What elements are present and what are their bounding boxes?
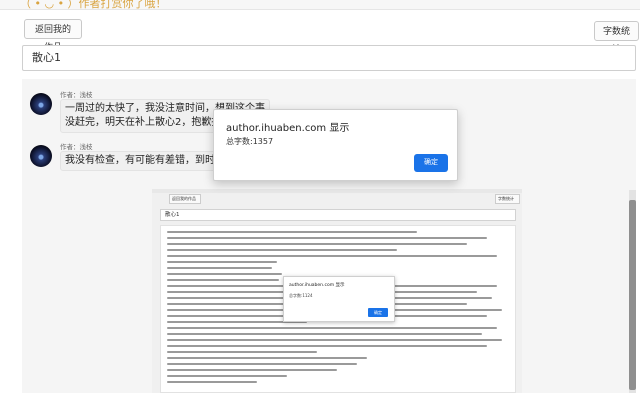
embedded-text-line	[167, 351, 317, 353]
dialog-title: author.ihuaben.com 显示	[226, 123, 350, 134]
embedded-topbar	[152, 189, 522, 193]
comment-author: 作者：浅枝	[60, 91, 93, 99]
embedded-text-line	[167, 243, 467, 245]
embedded-screenshot-image: 返回我的作品 字数统计 散心1 author.ihuaben.com 显示 总字…	[152, 189, 522, 393]
embedded-text-line	[167, 345, 487, 347]
embedded-text-line	[167, 381, 257, 383]
embedded-text-line	[167, 369, 337, 371]
embedded-text-line	[167, 363, 357, 365]
embedded-dialog-message: 总字数:1124	[289, 293, 313, 298]
embedded-text-line	[167, 375, 287, 377]
embedded-text-line	[167, 249, 397, 251]
embedded-text-line	[167, 333, 482, 335]
dialog-message: 总字数:1357	[226, 137, 274, 146]
word-count-button[interactable]: 字数统计	[594, 21, 639, 54]
embedded-back-button: 返回我的作品	[169, 194, 201, 204]
scrollbar-thumb[interactable]	[629, 200, 636, 390]
embedded-text-line	[167, 255, 497, 257]
avatar[interactable]	[30, 145, 52, 167]
embedded-text-line	[167, 279, 279, 281]
embedded-text-line	[167, 273, 282, 275]
back-to-my-works-button[interactable]: 返回我的作品	[24, 19, 82, 52]
comment-author: 作者：浅枝	[60, 143, 93, 151]
chapter-title-input[interactable]: 散心1	[22, 45, 636, 71]
alert-dialog: author.ihuaben.com 显示 总字数:1357 确定	[213, 109, 458, 181]
embedded-stats-button: 字数统计	[495, 194, 520, 204]
embedded-text-line	[167, 357, 367, 359]
top-notice-bar: （ • ◡ • ）作者打赏你了哦！	[0, 0, 640, 10]
embedded-text-line	[167, 267, 272, 269]
embedded-dialog-title: author.ihuaben.com 显示	[289, 283, 345, 288]
embedded-text-body: author.ihuaben.com 显示 总字数:1124 确定	[160, 225, 516, 393]
embedded-alert-dialog: author.ihuaben.com 显示 总字数:1124 确定	[283, 276, 395, 322]
embedded-text-line	[167, 327, 497, 329]
dialog-ok-button[interactable]: 确定	[414, 154, 448, 172]
embedded-text-line	[167, 231, 417, 233]
embedded-text-line	[167, 261, 277, 263]
embedded-title-field: 散心1	[160, 209, 516, 221]
embedded-text-line	[167, 339, 502, 341]
embedded-text-line	[167, 237, 487, 239]
avatar[interactable]	[30, 93, 52, 115]
embedded-dialog-ok: 确定	[368, 308, 388, 317]
top-notice-text: （ • ◡ • ）作者打赏你了哦！	[20, 0, 167, 10]
